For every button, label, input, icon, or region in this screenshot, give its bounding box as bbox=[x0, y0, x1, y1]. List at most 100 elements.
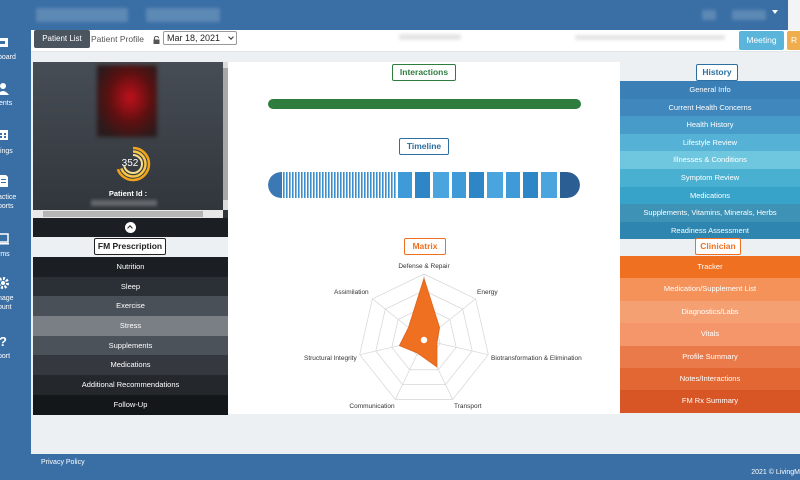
timeline-segment[interactable] bbox=[379, 172, 381, 198]
meeting-button[interactable]: Meeting bbox=[739, 31, 784, 50]
list-item[interactable]: Supplements, Vitamins, Minerals, Herbs bbox=[620, 204, 800, 222]
user-menu[interactable] bbox=[732, 10, 766, 20]
sidebar: board ents tings actice ports rms nage o… bbox=[0, 30, 31, 454]
list-item[interactable]: Sleep bbox=[33, 276, 228, 297]
list-item[interactable]: Additional Recommendations bbox=[33, 375, 228, 395]
list-item[interactable]: Medications bbox=[33, 355, 228, 376]
timeline-segment[interactable] bbox=[301, 172, 303, 198]
timeline-segment[interactable] bbox=[487, 172, 503, 198]
report-button[interactable]: R bbox=[787, 31, 800, 50]
patient-card: 352 Patient Id : bbox=[33, 62, 228, 237]
timeline-segment[interactable] bbox=[385, 172, 387, 198]
timeline-segment[interactable] bbox=[313, 172, 315, 198]
timeline-segment[interactable] bbox=[298, 172, 300, 198]
timeline-segment[interactable] bbox=[373, 172, 375, 198]
timeline-segment[interactable] bbox=[391, 172, 393, 198]
list-item[interactable]: Readiness Assessment bbox=[620, 221, 800, 240]
notification-icon[interactable] bbox=[702, 10, 716, 20]
timeline-segment[interactable] bbox=[370, 172, 372, 198]
timeline-segment[interactable] bbox=[541, 172, 557, 198]
timeline-segment[interactable] bbox=[343, 172, 345, 198]
vertical-scrollbar-thumb[interactable] bbox=[223, 68, 228, 200]
timeline-segment[interactable] bbox=[328, 172, 330, 198]
list-item[interactable]: Medications bbox=[620, 186, 800, 205]
timeline-segment[interactable] bbox=[452, 172, 466, 198]
timeline-segment[interactable] bbox=[307, 172, 309, 198]
timeline-segment[interactable] bbox=[310, 172, 312, 198]
matrix-heading[interactable]: Matrix bbox=[404, 238, 446, 255]
list-item[interactable]: Profile Summary bbox=[620, 345, 800, 368]
interactions-bar[interactable] bbox=[268, 99, 581, 109]
timeline-segment[interactable] bbox=[289, 172, 291, 198]
list-item[interactable]: Tracker bbox=[620, 256, 800, 279]
list-item[interactable]: Supplements bbox=[33, 335, 228, 356]
sidebar-item-label: actice bbox=[0, 194, 17, 201]
list-item[interactable]: Nutrition bbox=[33, 257, 228, 277]
privacy-policy-link[interactable]: Privacy Policy bbox=[41, 459, 85, 466]
timeline-segment[interactable] bbox=[398, 172, 412, 198]
timeline-segment[interactable] bbox=[316, 172, 318, 198]
timeline-segment[interactable] bbox=[319, 172, 321, 198]
list-item[interactable]: Diagnostics/Labs bbox=[620, 300, 800, 324]
timeline-segment[interactable] bbox=[469, 172, 484, 198]
timeline-segment[interactable] bbox=[295, 172, 297, 198]
timeline-segment[interactable] bbox=[506, 172, 520, 198]
timeline-segment[interactable] bbox=[283, 172, 285, 198]
timeline-segment[interactable] bbox=[364, 172, 366, 198]
clinician-heading[interactable]: Clinician bbox=[695, 238, 741, 255]
list-item[interactable]: Vitals bbox=[620, 323, 800, 346]
list-item[interactable]: Exercise bbox=[33, 296, 228, 317]
list-item[interactable]: Health History bbox=[620, 116, 800, 134]
list-item[interactable]: Follow-Up bbox=[33, 394, 228, 415]
timeline-segment[interactable] bbox=[331, 172, 333, 198]
timeline-segment[interactable] bbox=[322, 172, 324, 198]
timeline-segment[interactable] bbox=[433, 172, 449, 198]
radar-axis-label: Defense & Repair bbox=[398, 263, 450, 270]
list-item[interactable]: Stress bbox=[33, 316, 228, 336]
fm-prescription-heading[interactable]: FM Prescription bbox=[94, 238, 166, 255]
list-item[interactable]: General Info bbox=[620, 81, 800, 99]
timeline-segment[interactable] bbox=[337, 172, 339, 198]
timeline-segment[interactable] bbox=[304, 172, 306, 198]
timeline-segment[interactable] bbox=[286, 172, 288, 198]
timeline-segment[interactable] bbox=[292, 172, 294, 198]
history-heading[interactable]: History bbox=[696, 64, 738, 81]
timeline-heading[interactable]: Timeline bbox=[399, 138, 449, 155]
patient-photo bbox=[97, 65, 157, 137]
interactions-heading[interactable]: Interactions bbox=[392, 64, 456, 81]
list-item[interactable]: Medication/Supplement List bbox=[620, 278, 800, 301]
timeline-segment[interactable] bbox=[352, 172, 354, 198]
timeline-segment[interactable] bbox=[361, 172, 363, 198]
matrix-radar[interactable]: Defense & Repair Energy Biotransformation … bbox=[300, 256, 610, 416]
timeline-segment[interactable] bbox=[340, 172, 342, 198]
timeline-segment[interactable] bbox=[358, 172, 360, 198]
chevron-down-icon[interactable] bbox=[772, 10, 778, 14]
timeline-segment[interactable] bbox=[388, 172, 390, 198]
list-item[interactable]: Notes/Interactions bbox=[620, 367, 800, 391]
nav-link[interactable] bbox=[146, 8, 220, 22]
visit-date-select[interactable]: Mar 18, 2021 bbox=[163, 31, 237, 45]
horizontal-scrollbar-thumb[interactable] bbox=[43, 211, 203, 217]
sidebar-item-label: port bbox=[0, 353, 11, 360]
timeline-segment[interactable] bbox=[355, 172, 357, 198]
timeline-segment[interactable] bbox=[346, 172, 348, 198]
list-item[interactable]: Lifestyle Review bbox=[620, 133, 800, 152]
patient-list-button[interactable]: Patient List bbox=[34, 30, 90, 48]
timeline-segment[interactable] bbox=[523, 172, 538, 198]
timeline-segment[interactable] bbox=[349, 172, 351, 198]
timeline-segment[interactable] bbox=[367, 172, 369, 198]
list-item[interactable]: Symptom Review bbox=[620, 168, 800, 187]
chevron-up-icon[interactable] bbox=[125, 222, 136, 233]
timeline-bar[interactable] bbox=[268, 172, 580, 198]
timeline-segment[interactable] bbox=[334, 172, 336, 198]
timeline-segment[interactable] bbox=[325, 172, 327, 198]
list-item[interactable]: Current Health Concerns bbox=[620, 98, 800, 117]
list-item[interactable]: Illnesses & Conditions bbox=[620, 151, 800, 169]
timeline-segment[interactable] bbox=[415, 172, 430, 198]
app-logo[interactable] bbox=[36, 8, 128, 22]
timeline-segment[interactable] bbox=[394, 172, 396, 198]
lock-icon[interactable] bbox=[153, 36, 160, 44]
timeline-segment[interactable] bbox=[382, 172, 384, 198]
list-item[interactable]: FM Rx Summary bbox=[620, 390, 800, 413]
timeline-segment[interactable] bbox=[376, 172, 378, 198]
